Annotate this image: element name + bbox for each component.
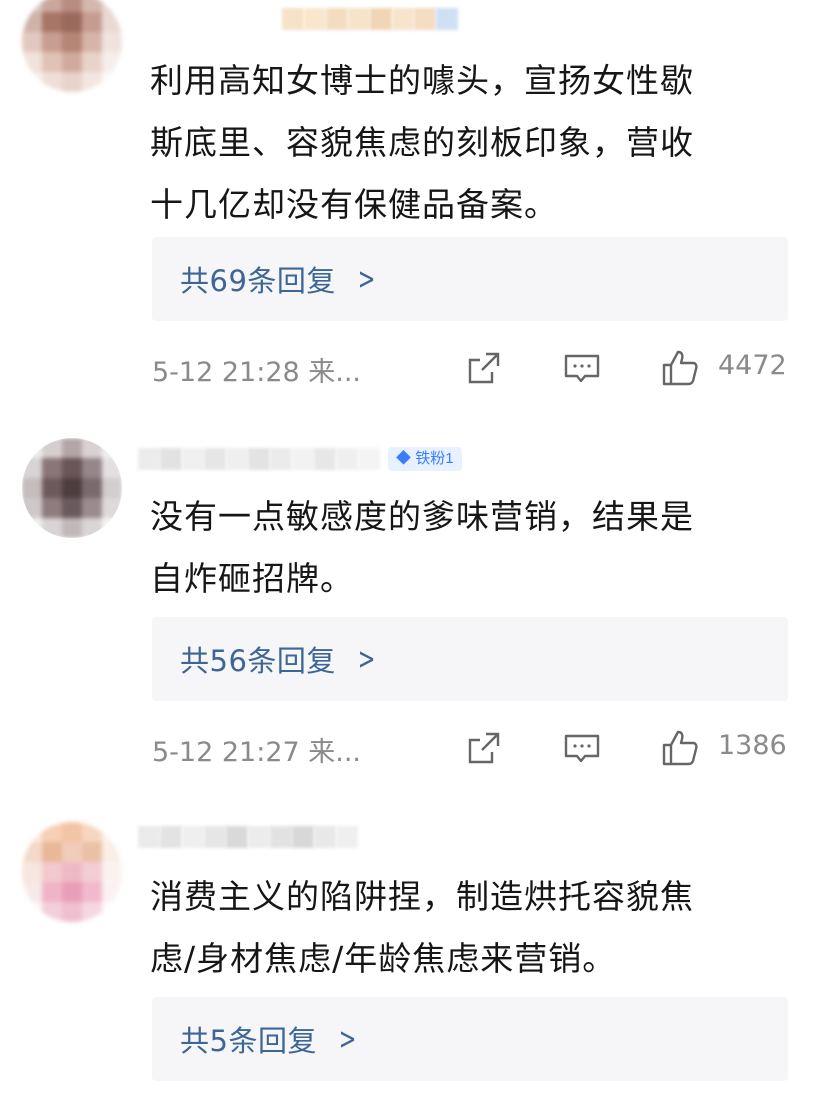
fan-badge: ◆ 铁粉1 [388, 447, 462, 471]
like-count: 4472 [718, 350, 787, 381]
comment-icon[interactable] [562, 728, 602, 768]
avatar[interactable] [22, 438, 122, 538]
comment-meta: 5-12 21:28 来... 4472 [152, 348, 792, 388]
replies-label: 共69条回复 [180, 264, 336, 298]
chevron-right-icon: > [357, 641, 376, 677]
username-blurred[interactable] [138, 826, 358, 848]
chevron-right-icon: > [338, 1021, 357, 1057]
avatar[interactable] [22, 822, 122, 922]
comment-text: 消费主义的陷阱捏，制造烘托容貌焦 虑/身材焦虑/年龄焦虑来营销。 [150, 866, 800, 990]
replies-label: 共5条回复 [180, 1024, 317, 1058]
share-icon[interactable] [464, 728, 504, 768]
comment-text-line: 消费主义的陷阱捏，制造烘托容貌焦 [150, 877, 694, 916]
view-replies-button[interactable]: 共69条回复 > [152, 237, 788, 321]
comment-text-line: 利用高知女博士的噱头，宣扬女性歇 [150, 61, 694, 100]
comment-icon[interactable] [562, 348, 602, 388]
avatar[interactable] [22, 0, 122, 92]
comment-text-line: 斯底里、容貌焦虑的刻板印象，营收 [150, 123, 694, 162]
comment-text-line: 自炸砸招牌。 [150, 559, 354, 598]
username-blurred[interactable] [282, 8, 458, 30]
comment-text: 没有一点敏感度的爹味营销，结果是 自炸砸招牌。 [150, 486, 800, 610]
replies-label: 共56条回复 [180, 644, 336, 678]
comment-text-line: 十几亿却没有保健品备案。 [150, 185, 558, 224]
username-blurred[interactable] [138, 448, 380, 470]
like-icon[interactable] [660, 348, 700, 388]
diamond-icon: ◆ [396, 450, 412, 467]
view-replies-button[interactable]: 共5条回复 > [152, 997, 788, 1081]
chevron-right-icon: > [357, 261, 376, 297]
comment-time: 5-12 21:27 来... [152, 737, 361, 768]
share-icon[interactable] [464, 348, 504, 388]
comment-text: 利用高知女博士的噱头，宣扬女性歇 斯底里、容貌焦虑的刻板印象，营收 十几亿却没有… [150, 50, 800, 236]
fan-badge-label: 铁粉1 [415, 450, 454, 467]
comment-text-line: 虑/身材焦虑/年龄焦虑来营销。 [150, 939, 617, 978]
like-icon[interactable] [660, 728, 700, 768]
view-replies-button[interactable]: 共56条回复 > [152, 617, 788, 701]
comment-time: 5-12 21:28 来... [152, 357, 361, 388]
like-count: 1386 [718, 730, 787, 761]
comment-meta: 5-12 21:27 来... 1386 [152, 728, 792, 768]
comment-text-line: 没有一点敏感度的爹味营销，结果是 [150, 497, 694, 536]
